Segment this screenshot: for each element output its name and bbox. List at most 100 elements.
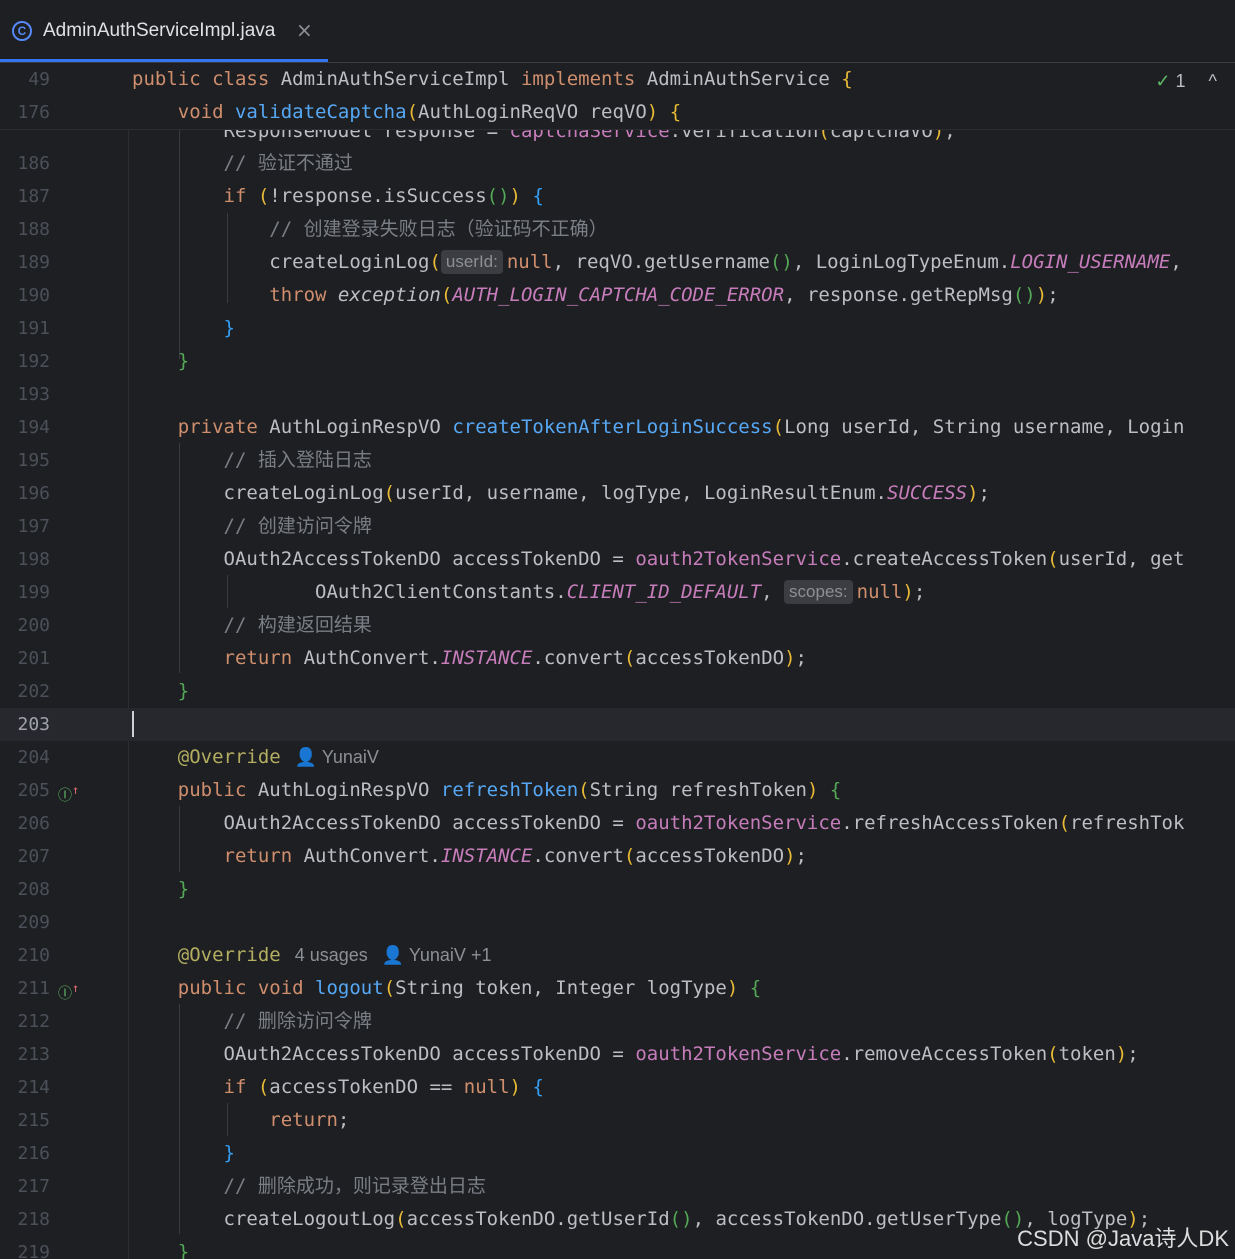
user-icon: 👤 (381, 945, 405, 965)
code-line: if (accessTokenDO == null) { (223, 1076, 544, 1098)
code-line: createLogoutLog(accessTokenDO.getUserId(… (132, 1208, 1151, 1230)
code-line: createLoginLog(userId, username, logType… (132, 482, 991, 504)
line-number: 210 (17, 945, 50, 966)
code-line-193[interactable]: 193 (0, 378, 1235, 411)
code-editor[interactable]: ✓ 1 ^ 49 public class AdminAuthServiceIm… (0, 63, 1235, 1259)
code-line-210[interactable]: 210 @Override 4 usages 👤 YunaiV +1 (0, 939, 1235, 972)
line-number: 215 (17, 1110, 50, 1131)
line-number: 209 (17, 912, 50, 933)
inspection-ok-icon: ✓ (1155, 71, 1171, 91)
code-line-208[interactable]: 208 } (0, 873, 1235, 906)
line-number: 214 (17, 1077, 50, 1098)
code-line-209[interactable]: 209 (0, 906, 1235, 939)
line-number: 212 (17, 1011, 50, 1032)
line-number: 219 (17, 1242, 50, 1259)
code-line-196[interactable]: 196 createLoginLog(userId, username, log… (0, 477, 1235, 510)
line-number: 213 (17, 1044, 50, 1065)
code-line-191[interactable]: 191 } (0, 312, 1235, 345)
line-number: 217 (17, 1176, 50, 1197)
code-line-212[interactable]: 212 // 删除访问令牌 (0, 1005, 1235, 1038)
inspection-status[interactable]: ✓ 1 ^ (1155, 71, 1217, 92)
active-tab-indicator (0, 59, 328, 62)
code-line-192[interactable]: 192 } (0, 345, 1235, 378)
code-line: createLoginLog(userId: null, reqVO.getUse… (132, 250, 1182, 274)
line-number: 193 (17, 384, 50, 405)
sticky-line[interactable]: 49 public class AdminAuthServiceImpl imp… (0, 63, 1235, 96)
tab-admin-auth-service-impl[interactable]: C AdminAuthServiceImpl.java × (0, 0, 328, 62)
line-number: 200 (17, 615, 50, 636)
line-number: 196 (17, 483, 50, 504)
code-line-201[interactable]: 201 return AuthConvert.INSTANCE.convert(… (0, 642, 1235, 675)
code-line: if (!response.isSuccess()) { (223, 185, 544, 207)
code-line-202[interactable]: 202 } (0, 675, 1235, 708)
editor-tab-bar: C AdminAuthServiceImpl.java × (0, 0, 1235, 63)
code-line-199[interactable]: 199 OAuth2ClientConstants.CLIENT_ID_DEFA… (0, 576, 1235, 609)
line-number: 201 (17, 648, 50, 669)
comment: // 删除成功，则记录登出日志 (223, 1175, 486, 1197)
code-line: return AuthConvert.INSTANCE.convert(acce… (223, 845, 807, 867)
code-line: void validateCaptcha(AuthLoginReqVO reqV… (177, 101, 682, 123)
code-line-198[interactable]: 198 OAuth2AccessTokenDO accessTokenDO = … (0, 543, 1235, 576)
user-icon: 👤 (294, 747, 318, 767)
line-number: 218 (17, 1209, 50, 1230)
line-number: 49 (28, 69, 50, 90)
line-number: 187 (17, 186, 50, 207)
line-number: 194 (17, 417, 50, 438)
code-line-197[interactable]: 197 // 创建访问令牌 (0, 510, 1235, 543)
class-icon: C (12, 21, 32, 41)
line-number: 198 (17, 549, 50, 570)
code-line-200[interactable]: 200 // 构建返回结果 (0, 609, 1235, 642)
code-line-215[interactable]: 215 return; (0, 1104, 1235, 1137)
sticky-scroll-header[interactable]: 49 public class AdminAuthServiceImpl imp… (0, 63, 1235, 130)
line-number: 197 (17, 516, 50, 537)
code-line-195[interactable]: 195 // 插入登陆日志 (0, 444, 1235, 477)
line-number: 208 (17, 879, 50, 900)
author-hint[interactable]: 👤 YunaiV +1 (382, 945, 492, 965)
sticky-line[interactable]: 176 void validateCaptcha(AuthLoginReqVO … (0, 96, 1235, 129)
parameter-hint: userId: (440, 250, 503, 274)
watermark: CSDN @Java诗人DK (1017, 1226, 1229, 1251)
code-line: } (223, 317, 235, 339)
code-line-190[interactable]: 190 throw exception(AUTH_LOGIN_CAPTCHA_C… (0, 279, 1235, 312)
code-line: OAuth2AccessTokenDO accessTokenDO = oaut… (132, 1043, 1139, 1065)
usages-hint[interactable]: 4 usages (295, 945, 368, 965)
line-number: 189 (17, 252, 50, 273)
code-line-206[interactable]: 206 OAuth2AccessTokenDO accessTokenDO = … (0, 807, 1235, 840)
code-line-217[interactable]: 217 // 删除成功，则记录登出日志 (0, 1170, 1235, 1203)
code-line-213[interactable]: 213 OAuth2AccessTokenDO accessTokenDO = … (0, 1038, 1235, 1071)
code-line: OAuth2AccessTokenDO accessTokenDO = oaut… (132, 548, 1185, 570)
code-line-207[interactable]: 207 return AuthConvert.INSTANCE.convert(… (0, 840, 1235, 873)
code-line-211[interactable]: 211 Ⓘ↑ public void logout(String token, I… (0, 972, 1235, 1005)
code-line: public AuthLoginRespVO refreshToken(Stri… (177, 779, 842, 801)
line-number: 190 (17, 285, 50, 306)
code-line: private AuthLoginRespVO createTokenAfter… (177, 416, 1185, 438)
line-number: 205 (17, 780, 50, 801)
code-line: } (223, 1142, 235, 1164)
line-number: 176 (17, 102, 50, 123)
code-line: @Override 👤 YunaiV (177, 746, 379, 768)
line-number: 195 (17, 450, 50, 471)
chevron-up-icon[interactable]: ^ (1209, 71, 1217, 91)
line-number: 191 (17, 318, 50, 339)
code-line-189[interactable]: 189 createLoginLog(userId: null, reqVO.ge… (0, 246, 1235, 279)
comment: // 验证不通过 (223, 152, 353, 174)
code-line-194[interactable]: 194 private AuthLoginRespVO createTokenA… (0, 411, 1235, 444)
code-line-187[interactable]: 187 if (!response.isSuccess()) { (0, 180, 1235, 213)
code-line-214[interactable]: 214 if (accessTokenDO == null) { (0, 1071, 1235, 1104)
inspection-count: 1 (1175, 71, 1186, 91)
code-line: } (177, 1241, 190, 1259)
code-line: } (177, 680, 190, 702)
code-line-204[interactable]: 204 @Override 👤 YunaiV (0, 741, 1235, 774)
code-line-205[interactable]: 205 Ⓘ↑ public AuthLoginRespVO refreshToke… (0, 774, 1235, 807)
author-hint[interactable]: 👤 YunaiV (295, 747, 379, 767)
line-number: 211 (17, 978, 50, 999)
close-icon[interactable]: × (296, 18, 313, 42)
code-line: throw exception(AUTH_LOGIN_CAPTCHA_CODE_… (269, 284, 1059, 306)
code-line-203[interactable]: 203 (0, 708, 1235, 741)
code-line: return AuthConvert.INSTANCE.convert(acce… (223, 647, 807, 669)
code-line-216[interactable]: 216 } (0, 1137, 1235, 1170)
code-line-186[interactable]: 186 // 验证不通过 (0, 147, 1235, 180)
tab-title: AdminAuthServiceImpl.java (43, 20, 276, 41)
line-number: 188 (17, 219, 50, 240)
code-line-188[interactable]: 188 // 创建登录失败日志（验证码不正确） (0, 213, 1235, 246)
